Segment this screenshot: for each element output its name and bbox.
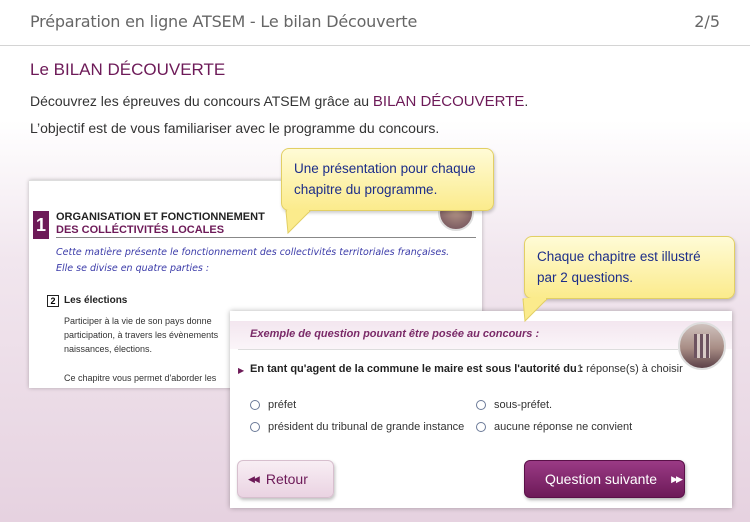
chapter-number: 1 (33, 211, 49, 239)
callout-presentation-text: Une présentation pour chaque chapitre du… (294, 161, 476, 197)
intro-line-1: Découvrez les épreuves du concours ATSEM… (30, 93, 528, 110)
double-chevron-right-icon: ▶▶ (671, 473, 683, 484)
option-label: président du tribunal de grande instance (268, 421, 465, 433)
callout-presentation: Une présentation pour chaque chapitre du… (281, 148, 494, 235)
quiz-question: En tant qu'agent de la commune le maire … (250, 363, 584, 375)
intro-line-2: L’objectif est de vous familiariser avec… (30, 120, 440, 136)
option-prefet[interactable]: préfet (250, 399, 296, 411)
radio-icon[interactable] (250, 422, 260, 432)
callout-questions-text: Chaque chapitre est illustré par 2 quest… (537, 249, 701, 285)
option-label: sous-préfet. (494, 399, 553, 411)
page-counter: 2/5 (694, 12, 720, 31)
option-label: aucune réponse ne convient (494, 421, 633, 433)
radio-icon[interactable] (476, 422, 486, 432)
back-button[interactable]: ◀◀ Retour (237, 460, 334, 498)
triangle-right-icon: ▶ (238, 366, 245, 375)
intro-highlight: BILAN DÉCOUVERTE (372, 93, 525, 110)
building-photo-icon (678, 322, 726, 370)
option-label: préfet (268, 399, 297, 411)
doc-handwritten-line-1: Cette matière présente le fonctionnement… (56, 247, 450, 258)
quiz-example-label: Exemple de question pouvant être posée a… (250, 328, 540, 340)
option-aucune-reponse[interactable]: aucune réponse ne convient (476, 421, 632, 433)
option-president-tribunal[interactable]: président du tribunal de grande instance (250, 421, 464, 433)
intro-suffix: . (524, 93, 529, 109)
next-question-button[interactable]: Question suivante ▶▶ (524, 460, 685, 498)
doc-handwritten-line-2: Elle se divise en quatre parties : (56, 263, 210, 274)
doc-title-line-1: ORGANISATION ET FONCTIONNEMENT (56, 211, 265, 223)
double-chevron-left-icon: ◀◀ (248, 473, 260, 484)
doc-paragraph-2: Ce chapitre vous permet d'aborder les (64, 373, 217, 383)
doc-title-line-2: DES COLLÉCTIVITÉS LOCALES (56, 224, 225, 236)
quiz-preview: Exemple de question pouvant être posée a… (230, 311, 732, 508)
doc-divider (56, 237, 476, 238)
next-button-label: Question suivante (545, 471, 658, 487)
quiz-divider (238, 349, 678, 350)
section-number: 2 (47, 295, 59, 307)
back-button-label: Retour (265, 471, 308, 487)
radio-icon[interactable] (250, 400, 260, 410)
option-sous-prefet[interactable]: sous-préfet. (476, 399, 552, 411)
quiz-hint: 1 réponse(s) à choisir (577, 363, 683, 375)
callout-pointer (285, 210, 312, 235)
callout-questions: Chaque chapitre est illustré par 2 quest… (522, 236, 735, 323)
page-heading: Le BILAN DÉCOUVERTE (30, 60, 226, 79)
page: Préparation en ligne ATSEM - Le bilan Dé… (0, 0, 750, 522)
top-bar: Préparation en ligne ATSEM - Le bilan Dé… (0, 0, 750, 46)
radio-icon[interactable] (476, 400, 486, 410)
app-title: Préparation en ligne ATSEM - Le bilan Dé… (30, 12, 418, 31)
intro-prefix: Découvrez les épreuves du concours ATSEM… (30, 93, 373, 109)
callout-pointer (522, 298, 549, 323)
section-title: Les élections (64, 295, 128, 306)
doc-paragraph: Participer à la vie de son pays donne pa… (64, 316, 219, 354)
